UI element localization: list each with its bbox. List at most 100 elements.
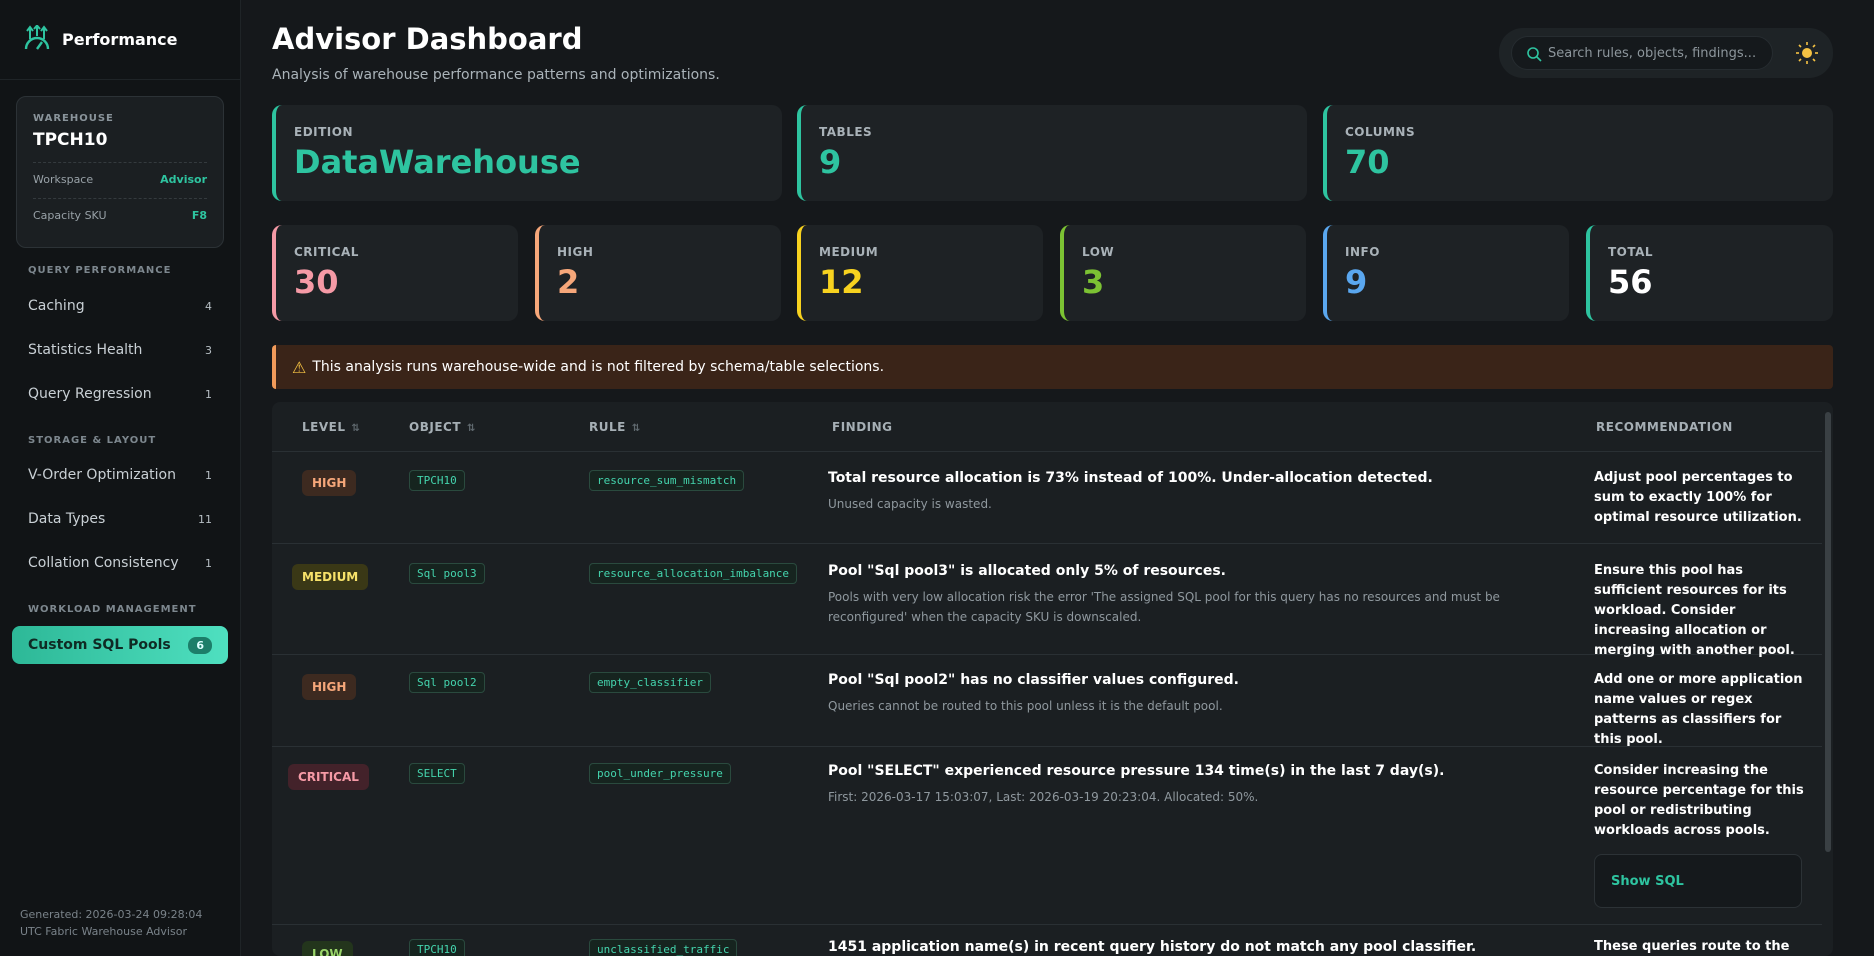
summary-label: EDITION [294, 125, 354, 139]
object-tag: Sql pool2 [409, 672, 485, 693]
workspace-key: Workspace [33, 173, 94, 186]
search-input[interactable] [1548, 45, 1758, 61]
nav-item-label: V-Order Optimization [28, 467, 176, 483]
nav-section-workload-management: WORKLOAD MANAGEMENT [28, 604, 197, 615]
table-row: HIGH TPCH10 resource_sum_mismatch Total … [272, 452, 1822, 544]
nav-item-data-types[interactable]: Data Types 11 [12, 500, 228, 538]
nav-item-count: 1 [205, 468, 212, 482]
finding-title: Pool "Sql pool2" has no classifier value… [828, 672, 1239, 688]
generated-by: UTC Fabric Warehouse Advisor [20, 925, 187, 938]
finding-title: Total resource allocation is 73% instead… [828, 470, 1433, 486]
rule-tag: resource_sum_mismatch [589, 470, 745, 491]
summary-label: COLUMNS [1345, 125, 1416, 139]
object-tag: TPCH10 [409, 470, 465, 491]
severity-label: LOW [1082, 245, 1115, 259]
severity-card-low[interactable]: LOW 3 [1060, 225, 1306, 321]
nav-item-statistics-health[interactable]: Statistics Health 3 [12, 331, 228, 369]
level-badge: LOW [302, 941, 353, 956]
rule-tag: pool_under_pressure [589, 763, 731, 784]
sort-icon: ⇅ [467, 423, 476, 434]
nav-item-label: Statistics Health [28, 342, 143, 358]
summary-card-columns: COLUMNS 70 [1323, 105, 1833, 201]
nav-item-count: 3 [205, 343, 212, 357]
finding-detail: Unused capacity is wasted. [828, 497, 992, 511]
level-badge: CRITICAL [288, 764, 369, 790]
finding-detail: First: 2026-03-17 15:03:07, Last: 2026-0… [828, 790, 1259, 804]
object-tag: SELECT [409, 763, 465, 784]
findings-table: LEVEL ⇅ OBJECT ⇅ RULE ⇅ FINDING RECOMMENDAT… [272, 402, 1833, 956]
recommendation-text: Adjust pool percentages to sum to exactl… [1594, 470, 1802, 525]
nav-item-caching[interactable]: Caching 4 [12, 287, 228, 325]
severity-count: 12 [819, 263, 864, 301]
severity-card-high[interactable]: HIGH 2 [535, 225, 781, 321]
nav-item-custom-sql-pools[interactable]: Custom SQL Pools 6 [12, 626, 228, 664]
table-scrollbar[interactable] [1825, 412, 1831, 852]
summary-card-tables: TABLES 9 [797, 105, 1307, 201]
generated-timestamp: Generated: 2026-03-24 09:28:04 [20, 908, 203, 921]
severity-label: HIGH [557, 245, 594, 259]
severity-count: 3 [1082, 263, 1105, 301]
nav-item-query-regression[interactable]: Query Regression 1 [12, 375, 228, 413]
finding-detail: Pools with very low allocation risk the … [828, 590, 1500, 624]
severity-card-info[interactable]: INFO 9 [1323, 225, 1569, 321]
scope-warning-banner: ⚠ This analysis runs warehouse-wide and … [272, 345, 1833, 389]
header-object[interactable]: OBJECT ⇅ [409, 420, 476, 434]
severity-card-total[interactable]: TOTAL 56 [1586, 225, 1833, 321]
finding-title: 1451 application name(s) in recent query… [828, 939, 1477, 955]
search-field[interactable] [1511, 36, 1773, 70]
header-recommendation: RECOMMENDATION [1596, 420, 1733, 434]
warehouse-card: WAREHOUSE TPCH10 Workspace Advisor Capac… [16, 96, 224, 248]
table-row: LOW TPCH10 unclassified_traffic 1451 app… [272, 925, 1822, 956]
table-row: CRITICAL SELECT pool_under_pressure Pool… [272, 747, 1822, 925]
level-badge: MEDIUM [292, 564, 369, 590]
capacity-sku-value: F8 [191, 209, 207, 222]
theme-toggle-sun-icon[interactable] [1795, 41, 1819, 65]
sidebar: Performance WAREHOUSE TPCH10 Workspace A… [0, 0, 241, 956]
summary-value: 70 [1345, 143, 1390, 181]
page-subtitle: Analysis of warehouse performance patter… [272, 67, 720, 83]
show-sql-button[interactable]: Show SQL [1594, 854, 1802, 908]
severity-label: TOTAL [1608, 245, 1654, 259]
finding-title: Pool "Sql pool3" is allocated only 5% of… [828, 563, 1226, 579]
summary-value: DataWarehouse [294, 143, 581, 181]
sort-icon: ⇅ [351, 423, 361, 434]
severity-label: MEDIUM [819, 245, 879, 259]
recommendation-text: Ensure this pool has sufficient resource… [1594, 563, 1795, 658]
warehouse-sku-row: Capacity SKU F8 [33, 198, 207, 222]
generated-footer: Generated: 2026-03-24 09:28:04 UTC Fabri… [20, 906, 202, 940]
table-header: LEVEL ⇅ OBJECT ⇅ RULE ⇅ FINDING RECOMMENDAT… [272, 402, 1822, 452]
object-tag: Sql pool3 [409, 563, 485, 584]
nav-item-label: Custom SQL Pools [28, 637, 171, 653]
nav-section-query-performance: QUERY PERFORMANCE [28, 265, 172, 276]
header-finding: FINDING [832, 420, 893, 434]
level-badge: HIGH [302, 470, 357, 496]
warehouse-workspace-row: Workspace Advisor [33, 162, 207, 186]
level-badge: HIGH [302, 674, 357, 700]
nav-item-collation-consistency[interactable]: Collation Consistency 1 [12, 544, 228, 582]
finding-detail: Queries cannot be routed to this pool un… [828, 699, 1223, 713]
summary-label: TABLES [819, 125, 873, 139]
warning-icon: ⚠ [292, 357, 307, 377]
nav-item-count: 4 [205, 299, 212, 313]
severity-card-medium[interactable]: MEDIUM 12 [797, 225, 1043, 321]
nav-item-label: Caching [28, 298, 85, 314]
severity-label: CRITICAL [294, 245, 359, 259]
recommendation-text: These queries route to the [1594, 939, 1790, 954]
table-row: HIGH Sql pool2 empty_classifier Pool "Sq… [272, 655, 1822, 747]
nav-section-storage-layout: STORAGE & LAYOUT [28, 435, 157, 446]
page-title: Advisor Dashboard [272, 22, 583, 56]
header-level[interactable]: LEVEL ⇅ [302, 420, 360, 434]
summary-card-edition: EDITION DataWarehouse [272, 105, 782, 201]
object-tag: TPCH10 [409, 939, 465, 956]
rule-tag: empty_classifier [589, 672, 711, 693]
warehouse-name: TPCH10 [33, 130, 108, 150]
nav-item-v-order-optimization[interactable]: V-Order Optimization 1 [12, 456, 228, 494]
nav-item-label: Query Regression [28, 386, 152, 402]
severity-label: INFO [1345, 245, 1380, 259]
severity-card-critical[interactable]: CRITICAL 30 [272, 225, 518, 321]
brand: Performance [0, 0, 240, 80]
severity-count: 2 [557, 263, 580, 301]
header-rule[interactable]: RULE ⇅ [589, 420, 641, 434]
rule-tag: unclassified_traffic [589, 939, 738, 956]
table-row: MEDIUM Sql pool3 resource_allocation_imb… [272, 544, 1822, 658]
